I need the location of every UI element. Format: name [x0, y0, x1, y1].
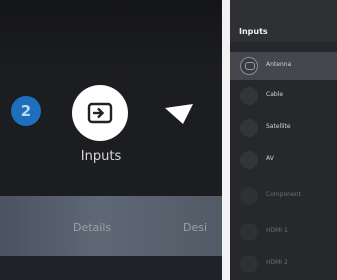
- antenna-icon: [240, 57, 258, 75]
- panel-header: Inputs: [230, 0, 337, 42]
- input-source-icon: [87, 102, 113, 124]
- satellite-icon: [240, 119, 258, 137]
- list-item-component[interactable]: Component: [230, 182, 337, 210]
- hdmi-icon: [240, 255, 258, 273]
- home-screen: 2 Inputs Details Desi: [0, 0, 222, 280]
- list-item-cable[interactable]: Cable: [230, 82, 337, 110]
- hdmi-icon: [240, 223, 258, 241]
- list-item-label: Antenna: [266, 61, 292, 68]
- inputs-label: Inputs: [80, 149, 122, 164]
- list-item-antenna[interactable]: Antenna: [230, 52, 337, 80]
- list-item-satellite[interactable]: Satellite: [230, 114, 337, 142]
- details-option[interactable]: Details: [73, 221, 111, 234]
- design-option[interactable]: Desi: [183, 221, 207, 234]
- list-item-label: Satellite: [266, 123, 291, 130]
- list-item-label: HDMI 1: [266, 227, 288, 234]
- component-icon: [240, 187, 258, 205]
- cable-icon: [240, 87, 258, 105]
- panel-title: Inputs: [239, 27, 268, 36]
- list-item-hdmi-1[interactable]: HDMI 1: [230, 218, 337, 246]
- list-item-label: HDMI 2: [266, 259, 288, 266]
- bottom-bar: [0, 256, 222, 280]
- av-icon: [240, 151, 258, 169]
- top-shade: [0, 0, 222, 70]
- list-item-hdmi-2[interactable]: HDMI 2: [230, 250, 337, 278]
- inputs-list-panel: Inputs Antenna Cable Satellite AV Compon…: [230, 0, 337, 280]
- network-icon[interactable]: [163, 100, 197, 130]
- list-item-av[interactable]: AV: [230, 146, 337, 174]
- notification-badge[interactable]: 2: [11, 96, 41, 126]
- badge-number: 2: [20, 102, 32, 120]
- inputs-button[interactable]: [72, 85, 128, 141]
- list-item-label: Component: [266, 191, 301, 198]
- list-item-label: Cable: [266, 91, 284, 98]
- list-item-label: AV: [266, 155, 274, 162]
